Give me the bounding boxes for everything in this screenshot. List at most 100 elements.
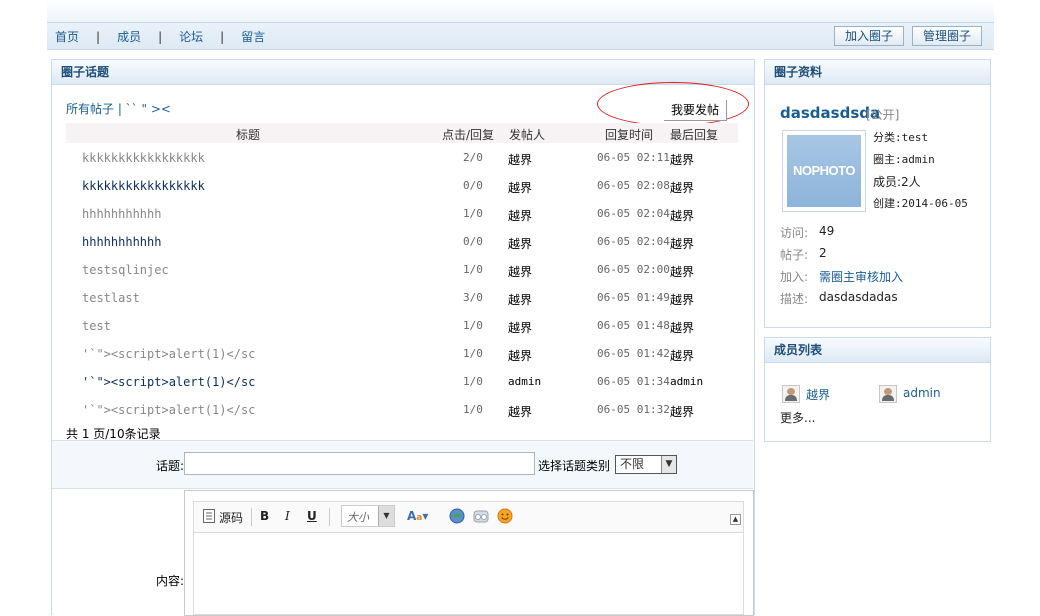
bold-button[interactable]: B (260, 509, 269, 523)
top-banner (47, 0, 994, 22)
table-row: testsqlinjec 1/0 越界 06-05 02:00 越界 (66, 261, 738, 281)
member-link[interactable]: admin (903, 386, 941, 400)
join-requirement-link[interactable]: 需圈主审核加入 (819, 268, 903, 285)
italic-button[interactable]: I (285, 509, 290, 523)
topic-poster[interactable]: 越界 (508, 263, 532, 280)
manage-circle-button[interactable]: 管理圈子 (912, 26, 982, 46)
topic-last-reply[interactable]: admin (670, 375, 703, 388)
topic-reply-time: 06-05 02:00 (597, 263, 670, 276)
join-label: 加入: (780, 270, 809, 284)
topic-last-reply[interactable]: 越界 (670, 235, 694, 252)
topic-poster[interactable]: 越界 (508, 403, 532, 420)
smiley-icon[interactable] (497, 508, 513, 524)
member-link[interactable]: 越界 (806, 386, 830, 403)
circle-photo: NOPHOTO (782, 130, 866, 212)
topic-poster[interactable]: admin (508, 375, 541, 388)
nav-separator: | (96, 30, 101, 44)
collapse-icon[interactable]: ▲ (730, 514, 741, 525)
topic-reply-time: 06-05 02:11 (597, 151, 670, 164)
topic-last-reply[interactable]: 越界 (670, 347, 694, 364)
image-icon[interactable] (473, 508, 489, 524)
topic-title-link[interactable]: testsqlinjec (82, 263, 169, 277)
topic-counts: 1/0 (463, 207, 483, 220)
visits-value: 49 (819, 224, 835, 238)
circle-created: 创建:2014-06-05 (873, 197, 968, 210)
topic-reply-time: 06-05 01:34 (597, 375, 670, 388)
nav-forum[interactable]: 论坛 (179, 30, 203, 44)
font-color-icon[interactable]: Aa▾ (407, 509, 428, 523)
content-editor-area[interactable] (193, 533, 744, 615)
underline-button[interactable]: U (307, 509, 317, 523)
desc-value: dasdasdadas (819, 290, 898, 304)
font-size-select[interactable]: 大小 ▼ (341, 505, 395, 527)
topics-panel-title: 圈子话题 (52, 60, 754, 85)
topic-last-reply[interactable]: 越界 (670, 291, 694, 308)
more-members-link[interactable]: 更多... (780, 409, 815, 426)
chevron-down-icon: ▼ (378, 506, 394, 526)
circle-members: 成员:2人 (873, 175, 921, 189)
topic-poster[interactable]: 越界 (508, 207, 532, 224)
topic-last-reply[interactable]: 越界 (670, 207, 694, 224)
topic-poster[interactable]: 越界 (508, 151, 532, 168)
avatar (879, 385, 897, 403)
topic-reply-time: 06-05 01:42 (597, 347, 670, 360)
topic-title-link[interactable]: kkkkkkkkkkkkkkkkk (82, 151, 205, 165)
topic-poster[interactable]: 越界 (508, 235, 532, 252)
topic-poster[interactable]: 越界 (508, 291, 532, 308)
circle-category: 分类:test (873, 131, 929, 144)
topic-reply-time: 06-05 01:32 (597, 403, 670, 416)
toolbar-separator (251, 508, 252, 526)
topic-last-reply[interactable]: 越界 (670, 319, 694, 336)
nav-home[interactable]: 首页 (55, 30, 79, 44)
circle-visibility: [公开] (866, 108, 900, 122)
join-circle-button[interactable]: 加入圈子 (834, 26, 904, 46)
table-row: kkkkkkkkkkkkkkkkk 2/0 越界 06-05 02:11 越界 (66, 149, 738, 169)
topic-reply-time: 06-05 01:49 (597, 291, 670, 304)
topic-reply-time: 06-05 02:04 (597, 207, 670, 220)
topic-title-link[interactable]: test (82, 319, 111, 333)
topic-title-link[interactable]: hhhhhhhhhhh (82, 207, 161, 221)
nav-messages[interactable]: 留言 (241, 30, 265, 44)
topic-last-reply[interactable]: 越界 (670, 179, 694, 196)
col-poster: 发帖人 (509, 128, 546, 142)
content-label: 内容: (156, 574, 185, 588)
nav-links: 首页 | 成员 | 论坛 | 留言 (55, 28, 265, 45)
category-select[interactable]: 不限 ▼ (615, 455, 677, 474)
visits-label: 访问: (780, 226, 809, 240)
nav-separator: | (158, 30, 163, 44)
category-label: 选择话题类别 (538, 459, 611, 473)
topic-last-reply[interactable]: 越界 (670, 263, 694, 280)
desc-label: 描述: (780, 292, 809, 306)
topic-filter[interactable]: 所有帖子 | `` " >< (66, 100, 171, 117)
new-post-button[interactable]: 我要发帖 (664, 100, 727, 121)
topic-title-link[interactable]: kkkkkkkkkkkkkkkkk (82, 179, 205, 193)
table-row: '`"><script>alert(1)</sc 1/0 越界 06-05 01:32… (66, 401, 738, 421)
topic-last-reply[interactable]: 越界 (670, 403, 694, 420)
circle-info-title: 圈子资料 (765, 60, 990, 85)
topic-title-link[interactable]: hhhhhhhhhhh (82, 235, 161, 249)
topic-last-reply[interactable]: 越界 (670, 151, 694, 168)
divider (52, 488, 753, 489)
topic-poster[interactable]: 越界 (508, 179, 532, 196)
topic-counts: 1/0 (463, 347, 483, 360)
toolbar-separator (329, 508, 330, 526)
topic-title-link[interactable]: '`"><script>alert(1)</sc (82, 403, 255, 417)
topic-poster[interactable]: 越界 (508, 347, 532, 364)
nav-bar: 首页 | 成员 | 论坛 | 留言 加入圈子 管理圈子 (47, 22, 994, 50)
topic-poster[interactable]: 越界 (508, 319, 532, 336)
topic-reply-time: 06-05 01:48 (597, 319, 670, 332)
topic-title-link[interactable]: '`"><script>alert(1)</sc (82, 375, 255, 389)
topic-counts: 1/0 (463, 403, 483, 416)
topic-title-link[interactable]: '`"><script>alert(1)</sc (82, 347, 255, 361)
topic-input[interactable] (184, 452, 535, 475)
table-row: '`"><script>alert(1)</sc 1/0 越界 06-05 01:42… (66, 345, 738, 365)
emoticon-icon[interactable] (449, 508, 465, 524)
topic-title-link[interactable]: testlast (82, 291, 140, 305)
topic-reply-time: 06-05 02:04 (597, 235, 670, 248)
topic-counts: 3/0 (463, 291, 483, 304)
source-icon (203, 509, 215, 523)
nav-members[interactable]: 成员 (117, 30, 141, 44)
topic-counts: 0/0 (463, 179, 483, 192)
source-button[interactable]: 源码 (219, 509, 243, 526)
topic-counts: 1/0 (463, 319, 483, 332)
